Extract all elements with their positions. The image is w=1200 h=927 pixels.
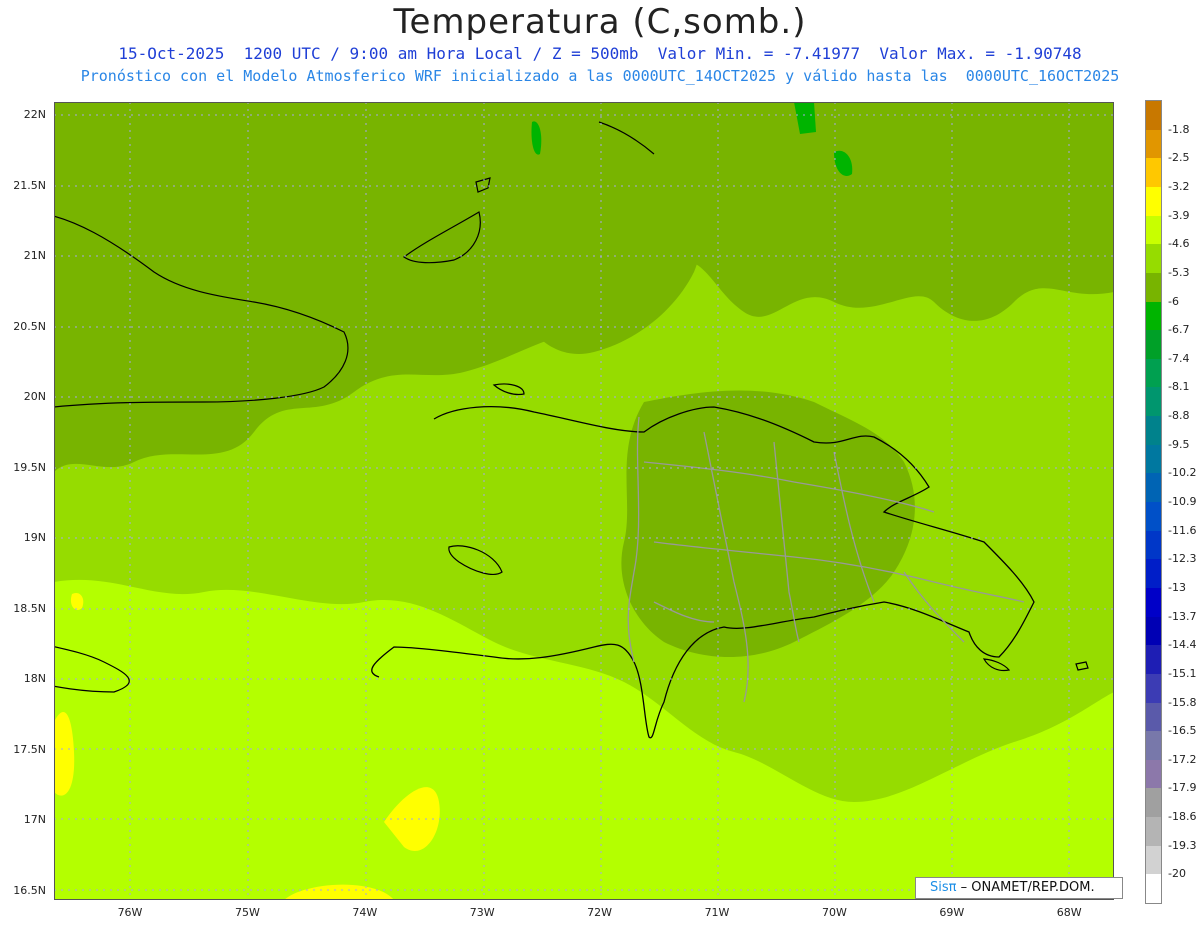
legend-label: -7.4	[1168, 351, 1190, 365]
legend-label: -2.5	[1168, 151, 1190, 165]
legend-label: -13.7	[1168, 609, 1197, 623]
legend-label: -20	[1168, 867, 1186, 881]
legend-label: -6.7	[1168, 323, 1190, 337]
legend-swatch	[1146, 559, 1161, 589]
legend-label: -13	[1168, 580, 1186, 594]
forecast-info-line: 15-Oct-2025 1200 UTC / 9:00 am Hora Loca…	[118, 44, 1082, 63]
latitude-label: 18.5N	[13, 601, 46, 615]
legend-swatch	[1146, 874, 1161, 904]
legend-swatch	[1146, 387, 1161, 417]
longitude-label: 76W	[117, 906, 143, 919]
legend-swatch	[1146, 186, 1161, 217]
legend-swatch	[1146, 129, 1161, 159]
latitude-label: 17N	[23, 813, 46, 826]
latitude-label: 21N	[23, 249, 46, 262]
credit-box: Sisπ – ONAMET/REP.DOM.	[915, 877, 1123, 899]
legend-label: -10.9	[1168, 495, 1197, 508]
legend-swatch	[1146, 759, 1161, 789]
map-title: Temperatura (C,somb.)	[393, 2, 807, 42]
legend-swatch	[1146, 845, 1161, 875]
legend-swatch	[1146, 502, 1161, 532]
latitude-label: 20N	[23, 390, 46, 403]
legend-label: -18.6	[1168, 810, 1197, 824]
legend-label: -16.5	[1168, 724, 1197, 738]
legend-label: -8.1	[1168, 380, 1190, 394]
temperature-map	[54, 102, 1114, 900]
legend-swatch	[1146, 587, 1161, 618]
legend-label: -17.9	[1168, 781, 1197, 795]
legend-label: -15.8	[1168, 695, 1197, 709]
legend-swatch	[1146, 530, 1161, 560]
latitude-label: 16.5N	[13, 883, 46, 897]
model-info-line: Pronóstico con el Modelo Atmosferico WRF…	[80, 67, 1120, 85]
legend-label: -3.9	[1168, 208, 1190, 222]
legend-label: -14.4	[1168, 638, 1197, 652]
credit-org: ONAMET/REP.DOM.	[971, 880, 1095, 895]
legend-label: -12.3	[1168, 552, 1197, 566]
longitude-label: 70W	[821, 906, 847, 919]
legend-swatch	[1146, 645, 1161, 675]
legend-label: -1.8	[1168, 122, 1190, 136]
legend-swatch	[1146, 101, 1161, 131]
credit-separator: –	[956, 880, 972, 895]
legend-label: -17.2	[1168, 752, 1197, 766]
legend-label: -5.3	[1168, 265, 1190, 279]
legend-label: -19.3	[1168, 838, 1197, 852]
legend-swatch	[1146, 731, 1161, 761]
legend-swatch	[1146, 788, 1161, 818]
legend-swatch	[1146, 301, 1161, 331]
legend-swatch	[1146, 158, 1161, 188]
legend-swatch	[1146, 444, 1161, 474]
latitude-label: 17.5N	[13, 742, 46, 756]
latitude-label: 19N	[23, 531, 46, 544]
legend-swatch	[1146, 358, 1161, 388]
longitude-label: 74W	[352, 906, 378, 919]
legend-swatch	[1146, 244, 1161, 274]
color-legend	[1145, 100, 1162, 904]
legend-label: -8.8	[1168, 409, 1190, 423]
latitude-label: 21.5N	[13, 178, 46, 192]
legend-swatch	[1146, 702, 1161, 732]
longitude-label: 71W	[704, 906, 730, 919]
legend-swatch	[1146, 473, 1161, 503]
legend-swatch	[1146, 673, 1161, 703]
longitude-label: 72W	[587, 906, 613, 919]
legend-label: -6	[1168, 294, 1179, 308]
legend-swatch	[1146, 215, 1161, 245]
longitude-label: 68W	[1056, 906, 1082, 919]
legend-swatch	[1146, 817, 1161, 847]
latitude-label: 19.5N	[13, 460, 46, 474]
legend-label: -4.6	[1168, 237, 1190, 251]
latitude-label: 20.5N	[13, 319, 46, 333]
latitude-label: 18N	[23, 672, 46, 685]
longitude-label: 69W	[939, 906, 965, 919]
latitude-label: 22N	[23, 108, 46, 121]
longitude-label: 75W	[234, 906, 260, 919]
legend-label: -10.2	[1168, 466, 1197, 480]
legend-label: -9.5	[1168, 437, 1190, 451]
longitude-label: 73W	[469, 906, 495, 919]
legend-label: -15.1	[1168, 666, 1197, 680]
legend-swatch	[1146, 330, 1161, 360]
legend-label: -11.6	[1168, 523, 1197, 537]
legend-swatch	[1146, 616, 1161, 646]
credit-brand: Sisπ	[930, 880, 957, 895]
legend-swatch	[1146, 272, 1161, 302]
legend-label: -3.2	[1168, 179, 1190, 193]
legend-swatch	[1146, 416, 1161, 446]
